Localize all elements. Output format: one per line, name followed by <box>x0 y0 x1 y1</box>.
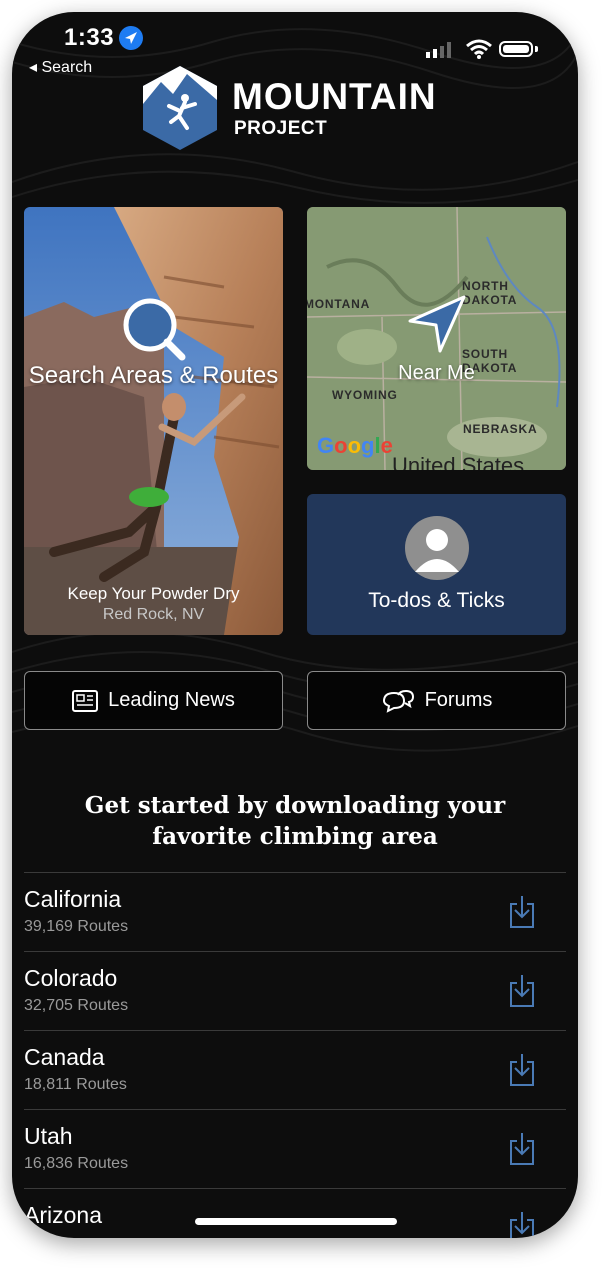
back-to-search-link[interactable]: ◂ Search <box>29 57 92 77</box>
photo-caption: Keep Your Powder Dry <box>67 584 240 603</box>
download-icon[interactable] <box>509 1211 535 1238</box>
list-item[interactable]: California 39,169 Routes <box>24 872 566 951</box>
map-label-nebraska: NEBRASKA <box>463 422 538 436</box>
magnifier-search-icon <box>123 298 186 361</box>
route-count: 16,836 Routes <box>24 1155 129 1172</box>
area-name: Arizona <box>24 1202 102 1228</box>
logo-wordmark-project: PROJECT <box>234 118 328 139</box>
forums-button[interactable]: Forums <box>307 671 566 730</box>
battery-icon <box>499 41 533 57</box>
download-icon[interactable] <box>509 1053 535 1087</box>
wifi-icon <box>466 39 492 59</box>
near-me-tile[interactable]: MONTANA NORTH DAKOTA SOUTH DAKOTA WYOMIN… <box>307 207 566 470</box>
map-label-montana: MONTANA <box>307 297 371 311</box>
mountain-project-logo: MOUNTAIN PROJECT <box>139 64 459 154</box>
list-item[interactable]: Colorado 32,705 Routes <box>24 951 566 1030</box>
download-icon[interactable] <box>509 974 535 1008</box>
list-item[interactable]: Arizona <box>24 1188 566 1238</box>
area-name: Colorado <box>24 965 118 991</box>
area-name: California <box>24 886 122 912</box>
user-avatar-icon <box>405 516 469 580</box>
google-attribution: Google <box>317 433 393 458</box>
location-arrow-icon <box>119 26 143 50</box>
area-download-list: California 39,169 Routes Colorado 32,705… <box>24 872 566 1238</box>
newspaper-icon <box>72 689 99 712</box>
area-name: Utah <box>24 1123 73 1149</box>
phone-screen: 1:33 ◂ Search MOUNTAIN PROJECT Search Ar… <box>12 12 578 1238</box>
climber-hexagon-icon <box>143 66 217 150</box>
logo-wordmark-mountain: MOUNTAIN <box>232 76 437 117</box>
navigation-arrow-icon <box>408 295 466 353</box>
climber-photo <box>24 207 283 635</box>
leading-news-button[interactable]: Leading News <box>24 671 283 730</box>
route-count: 32,705 Routes <box>24 997 129 1014</box>
get-started-line2: favorite climbing area <box>152 823 438 850</box>
map-country-label: United States <box>392 453 525 470</box>
map-label-north-dakota: DAKOTA <box>462 293 518 307</box>
route-count: 39,169 Routes <box>24 918 129 935</box>
status-time: 1:33 <box>64 24 115 51</box>
leading-news-label: Leading News <box>108 689 235 711</box>
download-icon[interactable] <box>509 895 535 929</box>
map-label-north: NORTH <box>462 279 509 293</box>
route-count: 18,811 Routes <box>24 1076 127 1093</box>
todos-ticks-label: To-dos & Ticks <box>368 589 505 612</box>
download-icon[interactable] <box>509 1132 535 1166</box>
area-name: Canada <box>24 1044 105 1070</box>
photo-location: Red Rock, NV <box>102 606 205 623</box>
map-label-south: SOUTH <box>462 347 508 361</box>
cellular-signal-icon <box>426 42 451 58</box>
near-me-label: Near Me <box>398 362 475 384</box>
todos-ticks-tile[interactable]: To-dos & Ticks <box>307 494 566 635</box>
map-label-wyoming: WYOMING <box>332 388 398 402</box>
battery-tip <box>535 46 538 52</box>
search-tile-label: Search Areas & Routes <box>28 362 279 389</box>
list-item[interactable]: Canada 18,811 Routes <box>24 1030 566 1109</box>
list-item[interactable]: Utah 16,836 Routes <box>24 1109 566 1188</box>
get-started-heading: Get started by downloading your favorite… <box>12 790 578 852</box>
chat-bubbles-icon <box>382 689 414 713</box>
get-started-line1: Get started by downloading your <box>84 792 506 819</box>
search-areas-routes-tile[interactable]: Search Areas & Routes Keep Your Powder D… <box>24 207 283 635</box>
home-indicator[interactable] <box>195 1218 397 1225</box>
forums-label: Forums <box>424 689 493 711</box>
